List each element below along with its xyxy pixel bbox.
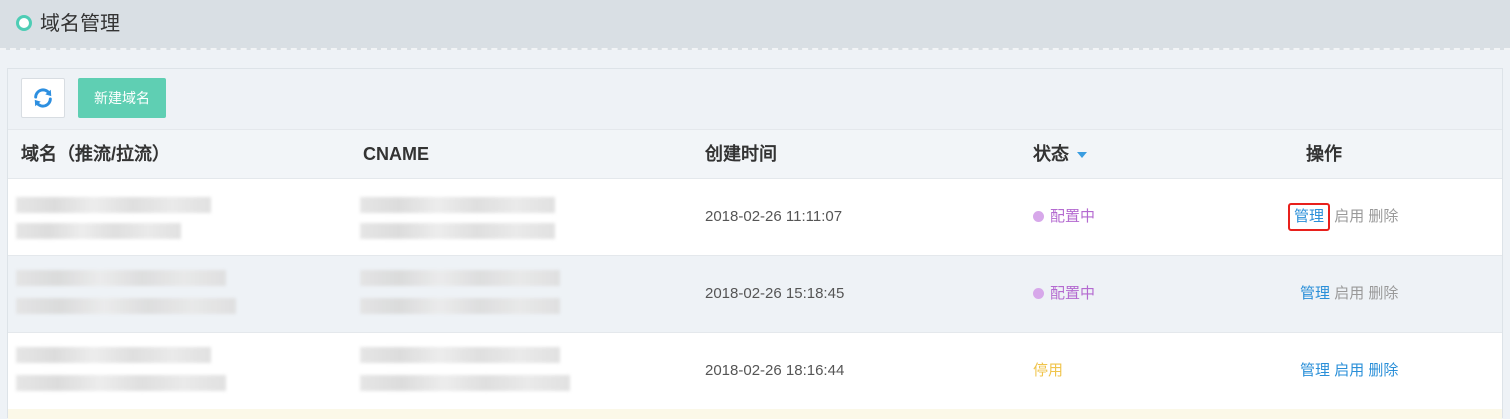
redacted-cname xyxy=(360,347,560,363)
toolbar: 新建域名 xyxy=(8,69,1502,129)
created-time: 2018-02-26 11:11:07 xyxy=(705,208,843,225)
redacted-domain xyxy=(16,223,181,239)
enable-link[interactable]: 启用 xyxy=(1334,362,1364,379)
status-text: 停用 xyxy=(1033,362,1064,379)
manage-link[interactable]: 管理 xyxy=(1300,362,1330,379)
enable-link[interactable]: 启用 xyxy=(1334,285,1364,302)
page-header: 域名管理 xyxy=(0,0,1510,50)
column-header-actions: 操作 xyxy=(1306,144,1342,164)
status-dot-icon xyxy=(1033,211,1044,222)
created-time: 2018-02-26 18:16:44 xyxy=(705,362,845,379)
row-actions: 管理 启用 删除 xyxy=(1300,256,1398,332)
delete-link[interactable]: 删除 xyxy=(1368,208,1398,225)
redacted-domain xyxy=(16,347,211,363)
redacted-domain xyxy=(16,197,211,213)
redacted-cname xyxy=(360,270,560,286)
highlight-box: 管理 xyxy=(1288,203,1331,231)
table-header: 域名（推流/拉流） CNAME 创建时间 状态 操作 xyxy=(8,129,1502,179)
row-actions: 管理 启用 删除 xyxy=(1300,333,1398,409)
status-text: 配置中 xyxy=(1050,285,1096,302)
refresh-button[interactable] xyxy=(21,78,65,118)
column-header-status-label: 状态 xyxy=(1033,144,1069,164)
sort-down-icon[interactable] xyxy=(1077,152,1087,159)
status-dot-icon xyxy=(1033,288,1044,299)
manage-link[interactable]: 管理 xyxy=(1294,208,1324,225)
enable-link[interactable]: 启用 xyxy=(1334,208,1364,225)
domain-panel: 新建域名 域名（推流/拉流） CNAME 创建时间 状态 操作 2018-02-… xyxy=(7,68,1503,419)
redacted-cname xyxy=(360,223,555,239)
column-header-domain: 域名（推流/拉流） xyxy=(21,144,171,164)
title-dot-icon xyxy=(16,15,32,31)
table-row: 2018-02-26 18:16:44 停用 管理 启用 删除 xyxy=(8,333,1502,410)
column-header-status[interactable]: 状态 xyxy=(1033,130,1087,178)
column-header-created: 创建时间 xyxy=(705,144,777,164)
created-time: 2018-02-26 15:18:45 xyxy=(705,285,845,302)
new-domain-button[interactable]: 新建域名 xyxy=(78,78,166,118)
column-header-cname: CNAME xyxy=(363,144,429,164)
status-text: 配置中 xyxy=(1050,208,1096,225)
refresh-icon xyxy=(34,88,52,108)
redacted-cname xyxy=(360,197,555,213)
manage-link[interactable]: 管理 xyxy=(1300,285,1330,302)
redacted-cname xyxy=(360,375,570,391)
redacted-cname xyxy=(360,298,560,314)
delete-link[interactable]: 删除 xyxy=(1368,362,1398,379)
status-badge: 停用 xyxy=(1033,333,1063,409)
table-row: 2018-02-26 11:11:07 配置中 管理 启用 删除 xyxy=(8,179,1502,256)
redacted-domain xyxy=(16,270,226,286)
page-title: 域名管理 xyxy=(40,13,120,35)
row-actions: 管理 启用 删除 xyxy=(1288,179,1398,255)
redacted-domain xyxy=(16,375,226,391)
delete-link[interactable]: 删除 xyxy=(1368,285,1398,302)
status-badge: 配置中 xyxy=(1033,179,1095,255)
table-row: 2018-02-26 15:18:45 配置中 管理 启用 删除 xyxy=(8,256,1502,333)
redacted-domain xyxy=(16,298,236,314)
status-badge: 配置中 xyxy=(1033,256,1095,332)
